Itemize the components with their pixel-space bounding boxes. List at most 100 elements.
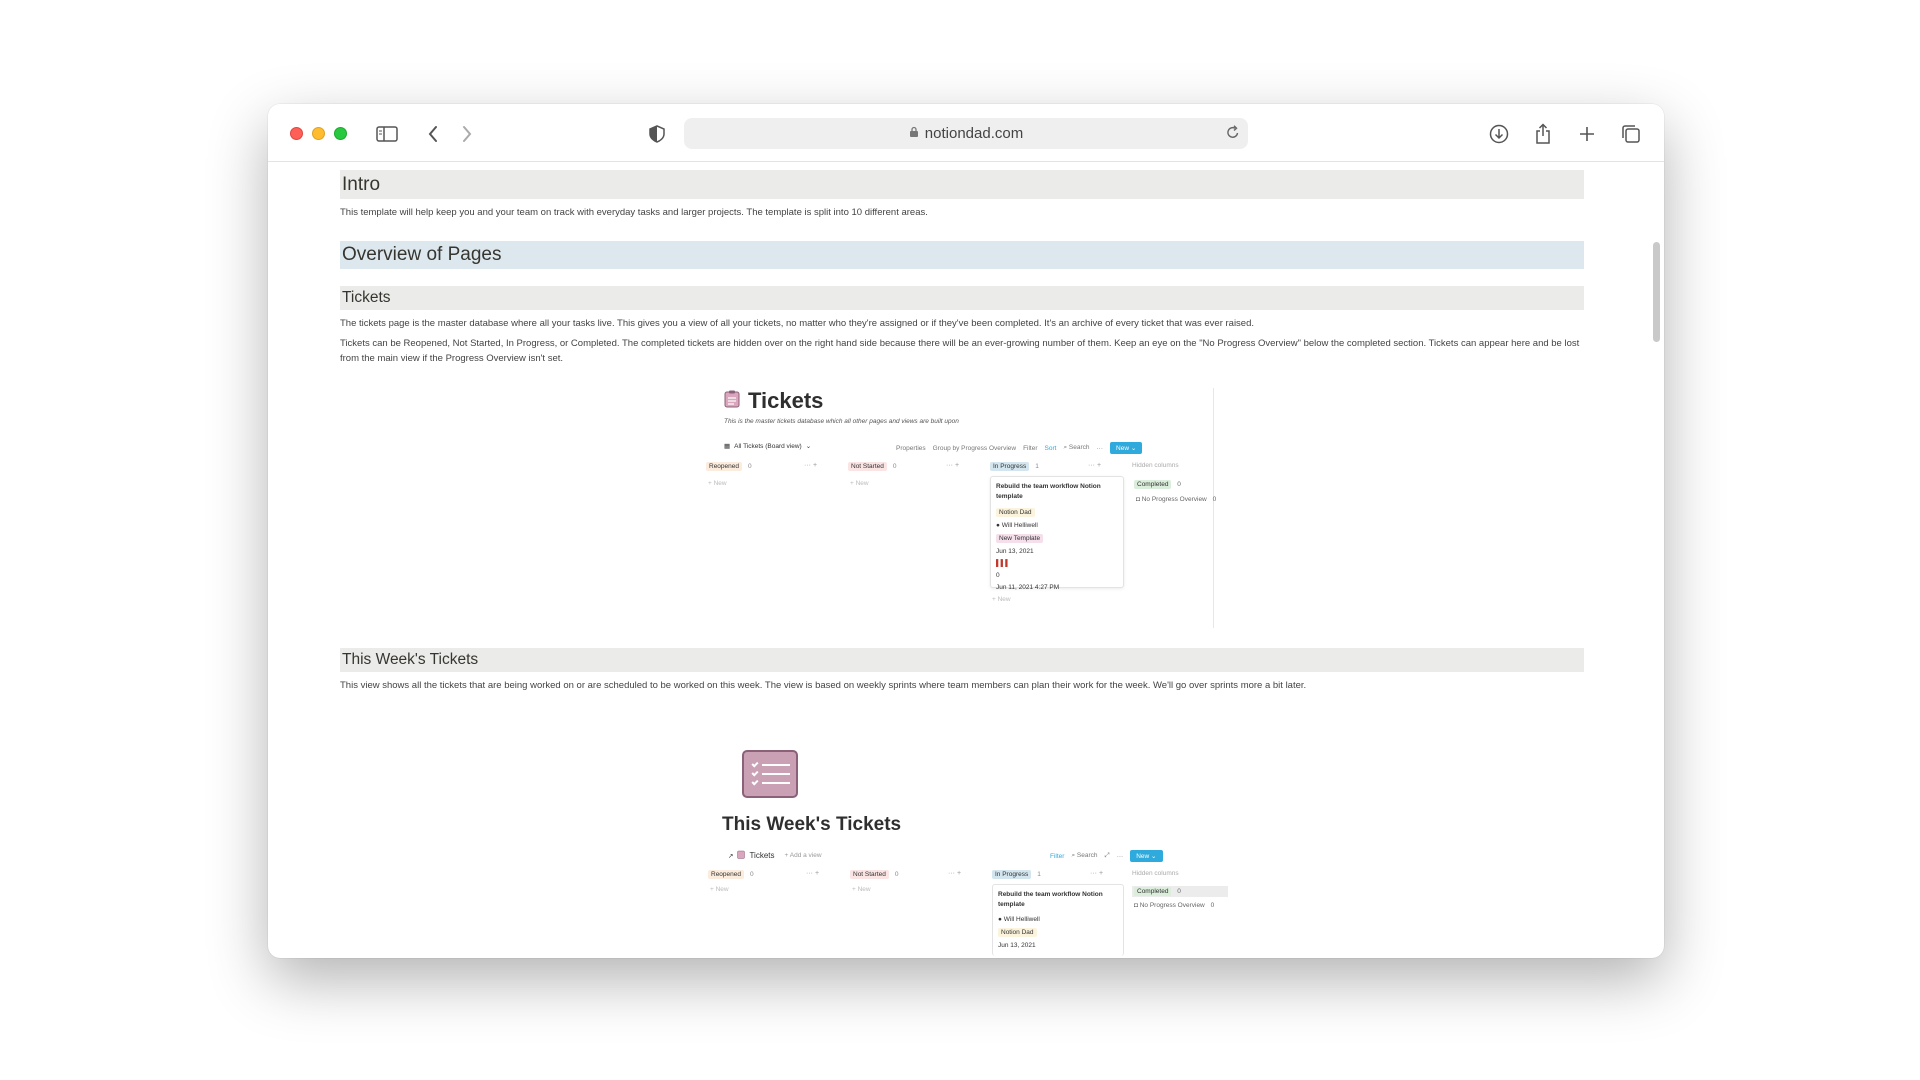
tickets-link[interactable]: ↗ Tickets + Add a view <box>728 850 822 861</box>
intro-text: This template will help keep you and you… <box>340 207 928 218</box>
hidden-column-completed[interactable]: Completed 0 <box>1132 886 1228 897</box>
overview-heading: Overview of Pages <box>342 244 502 265</box>
add-new-card[interactable]: + New <box>850 480 869 487</box>
more-options-button[interactable]: ··· <box>1117 853 1124 860</box>
filter-button[interactable]: Filter <box>1050 853 1064 860</box>
column-in-progress: In Progress 1 <box>990 462 1039 471</box>
url-text: notiondad.com <box>924 125 1024 142</box>
board-title: Tickets <box>748 388 824 413</box>
more-options-button[interactable]: ··· <box>1097 445 1104 452</box>
tickets-small-icon <box>737 850 746 861</box>
tickets-paragraph-1: The tickets page is the master database … <box>340 318 1255 329</box>
hidden-column-no-progress[interactable]: ◘ No Progress Overview 0 <box>1136 496 1216 503</box>
sidebar-toggle-icon[interactable] <box>374 121 400 147</box>
hidden-columns-label: Hidden columns <box>1132 870 1179 877</box>
board-subtitle: This is the master tickets database whic… <box>724 418 959 425</box>
column-count: 0 <box>748 463 752 470</box>
share-icon[interactable] <box>1530 121 1556 147</box>
board-title: This Week's Tickets <box>722 814 902 835</box>
card-number: 0 <box>996 572 1000 579</box>
close-window-button[interactable] <box>290 127 303 140</box>
tickets-heading-block: Tickets <box>340 286 1584 310</box>
reload-icon[interactable] <box>1226 124 1240 144</box>
scrollbar[interactable] <box>1653 242 1660 342</box>
this-week-heading: This Week's Tickets <box>342 651 479 668</box>
zoom-window-button[interactable] <box>334 127 347 140</box>
tickets-paragraph-2: Tickets can be Reopened, Not Started, In… <box>340 338 1580 364</box>
card-title: Rebuild the team workflow Notion templat… <box>998 891 1103 908</box>
lock-icon <box>909 125 919 142</box>
this-week-board-image: This Week's Tickets ↗ Tickets + Add a vi… <box>700 814 1228 956</box>
column-reopened: Reopened 0 <box>708 870 754 879</box>
privacy-shield-icon[interactable] <box>644 121 670 147</box>
column-controls[interactable]: ··· + <box>1090 870 1103 877</box>
tickets-board-image: Tickets This is the master tickets datab… <box>700 388 1220 638</box>
card-assignee: Will Helliwell <box>1001 522 1038 529</box>
browser-window: notiondad.com Intro This template will h… <box>268 104 1664 958</box>
arrow-link-icon: ↗ <box>728 852 734 860</box>
card-date: Jun 13, 2021 <box>998 942 1036 949</box>
back-icon[interactable] <box>420 121 446 147</box>
column-controls[interactable]: ··· + <box>804 462 817 469</box>
column-label: Reopened <box>706 462 742 471</box>
card-tag: New Template <box>996 534 1044 543</box>
this-week-heading-block: This Week's Tickets <box>340 648 1584 672</box>
column-count: 1 <box>1035 463 1039 470</box>
tab-overview-icon[interactable] <box>1618 121 1644 147</box>
new-tab-icon[interactable] <box>1574 121 1600 147</box>
board-view-selector[interactable]: ▦ All Tickets (Board view) ⌄ <box>724 442 812 451</box>
card-created: Jun 11, 2021 4:27 PM <box>996 584 1060 591</box>
add-view-button[interactable]: + Add a view <box>785 852 822 859</box>
tickets-page-icon <box>724 388 740 414</box>
browser-toolbar: notiondad.com <box>268 104 1664 162</box>
address-bar[interactable]: notiondad.com <box>684 118 1248 149</box>
ticket-card[interactable]: Rebuild the team workflow Notion templat… <box>992 884 1124 956</box>
hidden-column-no-progress[interactable]: ◘ No Progress Overview 0 <box>1134 902 1214 909</box>
add-new-card[interactable]: + New <box>708 480 727 487</box>
tickets-link-label: Tickets <box>749 851 775 860</box>
search-button[interactable]: ⌕ Search <box>1063 444 1089 452</box>
add-new-card[interactable]: + New <box>710 886 729 893</box>
board-view-icon: ▦ <box>724 443 731 450</box>
add-new-card[interactable]: + New <box>852 886 871 893</box>
board-toolbar: Properties Group by Progress Overview Fi… <box>896 442 1143 454</box>
card-title: Rebuild the team workflow Notion templat… <box>996 483 1101 500</box>
checklist-icon <box>742 750 798 798</box>
column-controls[interactable]: ··· + <box>1088 462 1101 469</box>
column-count: 0 <box>892 463 897 470</box>
card-tag: Notion Dad <box>996 508 1035 517</box>
column-label: In Progress <box>990 462 1030 471</box>
hidden-columns-label: Hidden columns <box>1132 462 1179 469</box>
sort-button[interactable]: Sort <box>1045 445 1057 452</box>
column-controls[interactable]: ··· + <box>948 870 961 877</box>
tickets-heading: Tickets <box>342 289 391 306</box>
forward-icon[interactable] <box>454 121 480 147</box>
properties-button[interactable]: Properties <box>896 445 926 452</box>
column-controls[interactable]: ··· + <box>946 462 959 469</box>
new-button[interactable]: New ⌄ <box>1110 442 1143 454</box>
card-date: Jun 13, 2021 <box>996 548 1034 555</box>
add-new-card[interactable]: + New <box>992 596 1011 603</box>
priority-bars-icon: ▌▌▌ <box>996 560 1010 567</box>
this-week-text: This view shows all the tickets that are… <box>340 680 1307 691</box>
intro-heading-block: Intro <box>340 170 1584 199</box>
column-label: Not Started <box>848 462 887 471</box>
column-controls[interactable]: ··· + <box>806 870 819 877</box>
ticket-card[interactable]: Rebuild the team workflow Notion templat… <box>990 476 1124 591</box>
overview-heading-block: Overview of Pages <box>340 241 1584 269</box>
column-not-started: Not Started 0 <box>848 462 897 471</box>
chevron-down-icon: ⌄ <box>805 443 812 450</box>
column-in-progress: In Progress 1 <box>992 870 1041 879</box>
search-button[interactable]: ⌕ Search <box>1071 852 1097 860</box>
minimize-window-button[interactable] <box>312 127 325 140</box>
board-toolbar: Filter ⌕ Search ⤢ ··· New ⌄ <box>1050 850 1163 862</box>
expand-icon[interactable]: ⤢ <box>1105 852 1110 860</box>
board-view-label: All Tickets (Board view) <box>734 442 802 450</box>
group-by-button[interactable]: Group by Progress Overview <box>933 445 1016 452</box>
downloads-icon[interactable] <box>1486 121 1512 147</box>
hidden-column-completed[interactable]: Completed 0 <box>1134 480 1181 489</box>
filter-button[interactable]: Filter <box>1023 445 1037 452</box>
new-button[interactable]: New ⌄ <box>1130 850 1163 862</box>
intro-heading: Intro <box>342 173 381 195</box>
column-reopened: Reopened 0 <box>706 462 752 471</box>
